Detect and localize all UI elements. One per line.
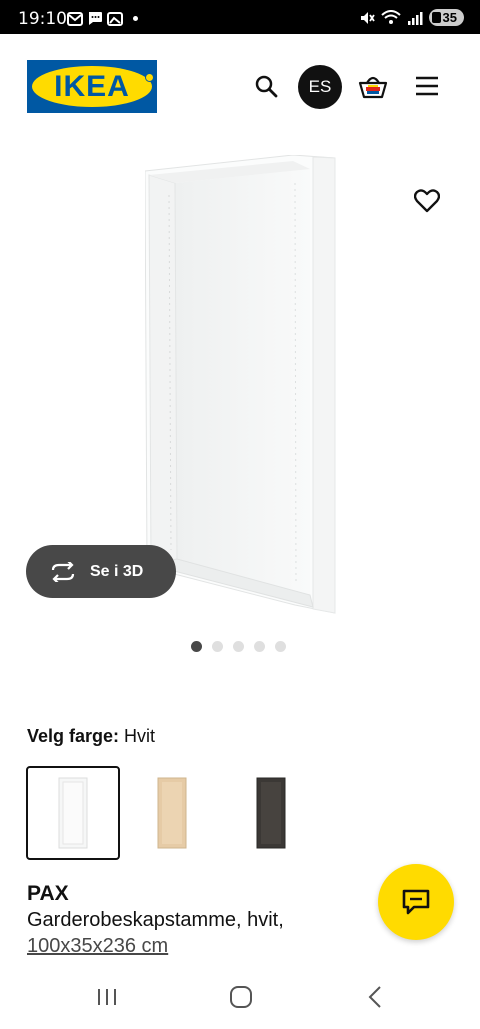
home-button[interactable] [221,982,261,1012]
image-pagination [191,641,286,652]
back-button[interactable] [355,982,395,1012]
view-3d-label: Se i 3D [90,562,144,580]
color-label-prefix: Velg farge: [27,726,120,746]
recent-apps-button[interactable] [87,982,127,1012]
selected-color: Hvit [124,726,156,746]
dot-icon [133,16,138,21]
back-icon [368,986,381,1008]
rotate-3d-icon [51,561,75,582]
mute-icon [360,11,375,24]
product-image[interactable] [145,155,340,615]
cart-button[interactable] [357,70,389,102]
favorite-button[interactable] [410,184,444,218]
chat-bubble-icon [89,12,102,25]
logo-text: IKEA [54,70,130,103]
wifi-6e-icon [380,9,401,24]
profile-avatar[interactable]: ES [298,65,342,109]
ikea-logo[interactable]: IKEA [27,60,157,113]
swatch-image-eik [157,777,187,849]
product-size-link[interactable]: 100x35x236 cm [27,935,168,958]
view-3d-button[interactable]: Se i 3D [26,545,176,598]
system-nav-bar [0,966,480,1029]
pagination-dot-2[interactable] [212,641,223,652]
swatch-image-hvit [58,777,88,849]
pagination-dot-3[interactable] [233,641,244,652]
gallery-icon [107,12,123,26]
mail-icon [67,11,83,26]
cart-icon [358,76,388,99]
battery-icon: 35 [428,9,464,26]
product-description: Garderobeskapstamme, hvit, [27,909,284,931]
signal-icon [407,11,423,25]
color-swatch-eik[interactable] [125,766,219,860]
search-button[interactable] [250,70,282,102]
chat-button[interactable] [378,864,454,940]
pagination-dot-1[interactable] [191,641,202,652]
system-icons: 35 [359,9,464,26]
recent-apps-icon [98,989,116,1005]
app-header: IKEA ES [0,34,480,134]
pagination-dot-4[interactable] [254,641,265,652]
status-time: 19:10 [18,9,67,29]
color-selector-label: Velg farge: Hvit [27,726,155,747]
swatch-image-svartbrun [256,777,286,849]
product-gallery[interactable]: Se i 3D [0,134,480,674]
color-swatch-hvit[interactable] [26,766,120,860]
registered-mark [145,73,154,82]
product-name: PAX [27,882,69,905]
search-icon [255,75,278,98]
menu-button[interactable] [411,70,443,102]
notification-icons [67,11,138,26]
color-swatch-svartbrun[interactable] [224,766,318,860]
menu-icon [416,76,438,96]
heart-icon [414,189,440,213]
pagination-dot-5[interactable] [275,641,286,652]
status-bar: 19:10 35 [0,0,480,34]
chat-icon [402,889,430,915]
home-icon [230,986,252,1008]
